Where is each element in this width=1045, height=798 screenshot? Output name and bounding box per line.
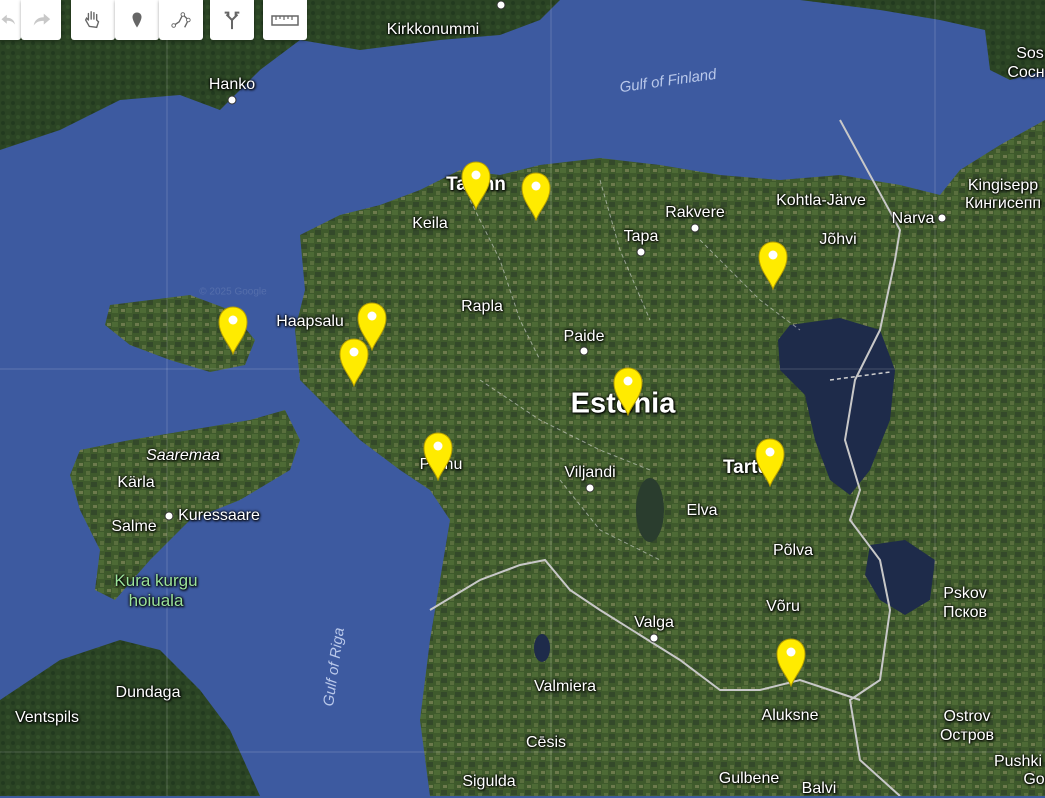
placemark-pin[interactable] (216, 305, 250, 356)
satellite-map[interactable] (0, 0, 1045, 796)
undo-icon (1, 14, 15, 25)
hand-icon (84, 11, 100, 29)
placemark-pin[interactable] (756, 240, 790, 291)
placemark-pin[interactable] (519, 171, 553, 222)
placemark-pin[interactable] (611, 366, 645, 417)
directions-icon (224, 11, 240, 30)
placemark-pin[interactable] (459, 160, 493, 211)
placemark-pin[interactable] (421, 431, 455, 482)
directions-button[interactable] (210, 0, 254, 40)
placemark-pin[interactable] (337, 337, 371, 388)
undo-button[interactable] (0, 0, 21, 40)
redo-icon (33, 13, 51, 26)
redo-button[interactable] (21, 0, 61, 40)
draw-path-button[interactable] (159, 0, 203, 40)
add-placemark-button[interactable] (115, 0, 159, 40)
pan-button[interactable] (71, 0, 115, 40)
placemark-pin[interactable] (753, 437, 787, 488)
placemark-pin[interactable] (774, 637, 808, 688)
measure-button[interactable] (263, 0, 307, 40)
placemark-icon (132, 12, 142, 28)
ruler-icon (271, 15, 299, 26)
polyline-icon (171, 12, 191, 28)
